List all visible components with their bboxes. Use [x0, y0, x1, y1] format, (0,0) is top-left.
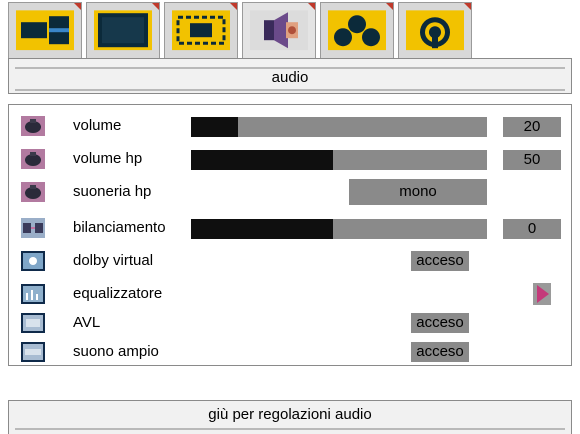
page-title: audio — [271, 69, 309, 86]
dolby-icon — [21, 249, 45, 273]
volume-hp-label: volume hp — [73, 150, 143, 167]
tab-screen[interactable] — [86, 2, 160, 58]
tab-audio[interactable] — [242, 2, 316, 58]
volume-slider[interactable] — [191, 117, 487, 137]
tab-sources[interactable] — [320, 2, 394, 58]
menu-tab-bar — [8, 2, 572, 58]
tv-screen-icon — [94, 9, 152, 50]
suono-ampio-status[interactable]: acceso — [411, 342, 469, 362]
suoneria-hp-row[interactable]: suoneria hp mono — [9, 179, 571, 205]
speaker-audio-icon — [250, 9, 308, 50]
avl-label: AVL — [73, 314, 101, 331]
suono-ampio-label: suono ampio — [73, 343, 159, 360]
screen-adjust-icon — [172, 9, 230, 50]
tab-corner-marker — [386, 3, 393, 10]
tab-picture[interactable] — [8, 2, 82, 58]
wide-sound-icon — [21, 340, 45, 364]
volume-hp-slider-fill — [191, 150, 334, 170]
speaker-icon — [21, 180, 45, 204]
speaker-icon — [21, 114, 45, 138]
equalizzatore-row[interactable]: equalizzatore — [9, 281, 571, 307]
help-text: giù per regolazioni audio — [208, 406, 372, 423]
bilanciamento-row[interactable]: bilanciamento 0 — [9, 215, 571, 241]
bilanciamento-slider-fill — [191, 219, 334, 239]
tab-network[interactable] — [398, 2, 472, 58]
audio-settings-panel: volume 20 volume hp 50 suoneria hp mono … — [8, 104, 572, 366]
volume-value: 20 — [503, 117, 561, 137]
dolby-virtual-row[interactable]: dolby virtual acceso — [9, 248, 571, 274]
volume-row[interactable]: volume 20 — [9, 113, 571, 139]
avl-row[interactable]: AVL acceso — [9, 310, 571, 336]
tab-corner-marker — [152, 3, 159, 10]
menu-title-bar: audio — [8, 58, 572, 94]
volume-hp-slider[interactable] — [191, 150, 487, 170]
suono-ampio-row[interactable]: suono ampio acceso — [9, 339, 571, 365]
tab-corner-marker — [74, 3, 81, 10]
volume-slider-fill — [191, 117, 239, 137]
tab-setup[interactable] — [164, 2, 238, 58]
bilanciamento-slider[interactable] — [191, 219, 487, 239]
speaker-icon — [21, 147, 45, 171]
suoneria-hp-option[interactable]: mono — [349, 179, 487, 205]
arrow-right-icon[interactable] — [533, 283, 551, 305]
bilanciamento-label: bilanciamento — [73, 219, 166, 236]
volume-hp-value: 50 — [503, 150, 561, 170]
suoneria-hp-label: suoneria hp — [73, 183, 152, 200]
equalizzatore-label: equalizzatore — [73, 285, 163, 302]
tab-corner-marker — [308, 3, 315, 10]
help-bar: giù per regolazioni audio — [8, 400, 572, 434]
dolby-virtual-label: dolby virtual — [73, 252, 154, 269]
dolby-virtual-status[interactable]: acceso — [411, 251, 469, 271]
picture-layout-icon — [16, 9, 74, 50]
source-connections-icon — [328, 9, 386, 50]
tab-corner-marker — [464, 3, 471, 10]
tab-corner-marker — [230, 3, 237, 10]
volume-hp-row[interactable]: volume hp 50 — [9, 146, 571, 172]
balance-speakers-icon — [21, 216, 45, 240]
avl-icon — [21, 311, 45, 335]
bilanciamento-value: 0 — [503, 219, 561, 239]
equalizer-icon — [21, 282, 45, 306]
avl-status[interactable]: acceso — [411, 313, 469, 333]
title-rule — [15, 89, 565, 91]
volume-label: volume — [73, 117, 122, 134]
footer-rule — [15, 428, 565, 430]
wireless-signal-icon — [406, 9, 464, 50]
